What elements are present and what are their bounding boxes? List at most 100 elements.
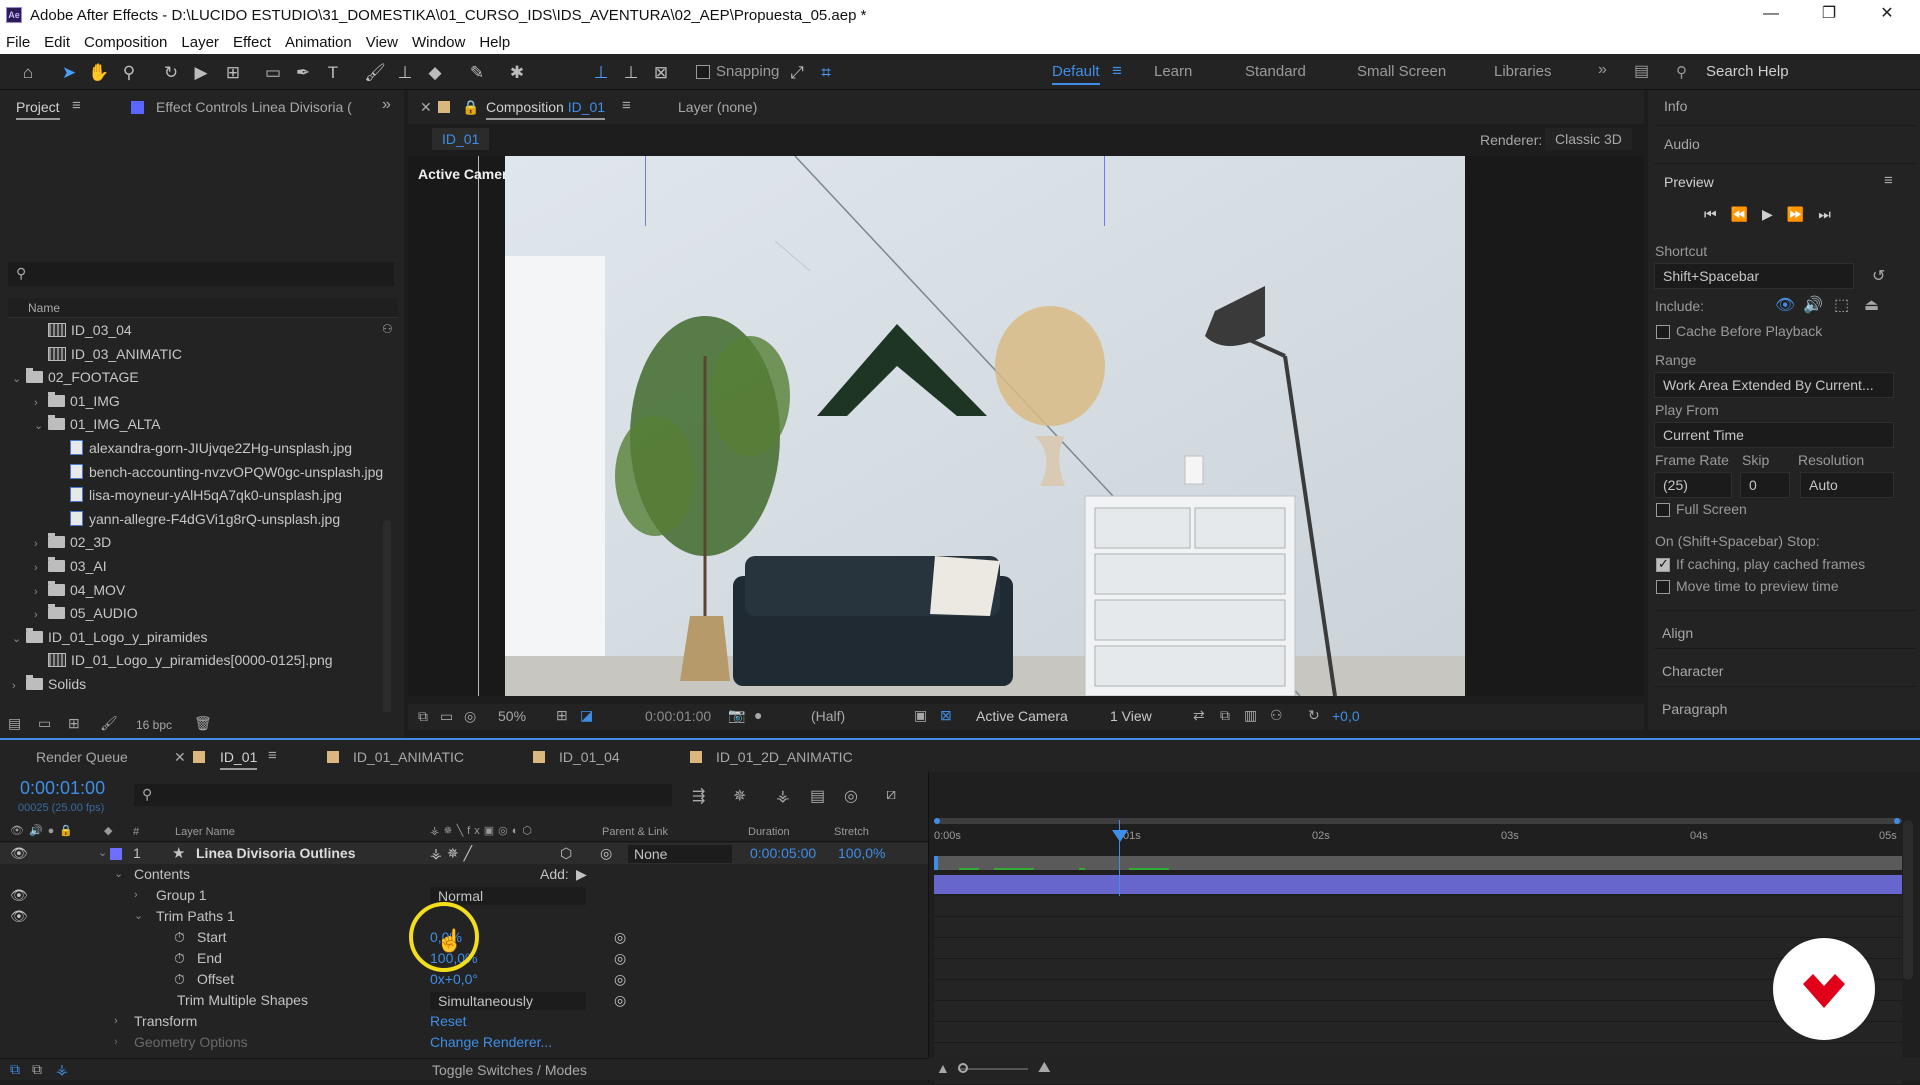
toggle-switches-modes[interactable]: Toggle Switches / Modes bbox=[432, 1062, 587, 1078]
menu-composition[interactable]: Composition bbox=[84, 34, 167, 51]
project-scrollbar[interactable] bbox=[383, 520, 391, 720]
transparency-grid-icon[interactable]: ◪ bbox=[580, 707, 593, 724]
expand-arrow-icon[interactable]: › bbox=[34, 556, 48, 580]
play-icon[interactable]: ▶ bbox=[1762, 206, 1787, 222]
layer-name[interactable]: Linea Divisoria Outlines bbox=[196, 843, 356, 864]
tab-effect-controls[interactable]: Effect Controls Linea Divisoria ( bbox=[156, 99, 352, 115]
menu-view[interactable]: View bbox=[366, 34, 398, 51]
time-navigator[interactable] bbox=[934, 818, 1902, 824]
project-item[interactable]: ID_03_04 bbox=[0, 318, 132, 342]
pickwhip-icon[interactable]: ◎ bbox=[614, 948, 626, 969]
panel-menu-icon[interactable]: ≡ bbox=[1884, 172, 1893, 189]
menu-layer[interactable]: Layer bbox=[181, 34, 219, 51]
project-item[interactable]: › 05_AUDIO bbox=[0, 601, 138, 625]
toggle-transparency-icon[interactable]: ⊠ bbox=[940, 707, 952, 724]
include-audio-icon[interactable]: 🔊 bbox=[1803, 295, 1823, 315]
project-item[interactable]: lisa-moyneur-yAlH5qA7qk0-unsplash.jpg bbox=[0, 483, 342, 507]
include-video-icon[interactable]: 👁 bbox=[1775, 295, 1795, 315]
project-item[interactable]: ID_01_Logo_y_piramides[0000-0125].png bbox=[0, 648, 333, 672]
hand-tool-icon[interactable]: ✋ bbox=[88, 62, 110, 84]
project-item[interactable]: › Solids bbox=[0, 672, 86, 696]
close-tab-icon[interactable]: ✕ bbox=[174, 749, 186, 766]
workspace-standard[interactable]: Standard bbox=[1245, 63, 1306, 80]
home-icon[interactable]: ⌂ bbox=[17, 62, 39, 84]
offset-value[interactable]: 0x+0,0° bbox=[430, 969, 478, 990]
preview-panel-header[interactable]: Preview bbox=[1664, 174, 1714, 190]
expand-arrow-icon[interactable]: › bbox=[114, 1011, 118, 1032]
workspace-default[interactable]: Default bbox=[1052, 63, 1100, 85]
zoom-tool-icon[interactable]: ⚲ bbox=[118, 62, 140, 84]
move-time-checkbox[interactable] bbox=[1656, 580, 1670, 594]
expand-arrow-icon[interactable]: › bbox=[34, 603, 48, 627]
project-item[interactable]: › 02_3D bbox=[0, 530, 111, 554]
column-name[interactable]: Name bbox=[28, 301, 60, 315]
pen-tool-icon[interactable]: ✒ bbox=[292, 62, 314, 84]
expand-arrow-icon[interactable]: › bbox=[34, 580, 48, 604]
bit-depth[interactable]: 16 bpc bbox=[136, 718, 172, 732]
panel-menu-icon[interactable]: ≡ bbox=[72, 97, 81, 114]
minimize-button[interactable]: — bbox=[1742, 0, 1800, 30]
project-item[interactable]: alexandra-gorn-JIUjvqe2ZHg-unsplash.jpg bbox=[0, 436, 352, 460]
expand-arrow-icon[interactable]: › bbox=[34, 532, 48, 556]
panel-menu-icon[interactable]: ≡ bbox=[622, 97, 631, 114]
fit-icon[interactable]: ⊞ bbox=[556, 707, 568, 724]
project-item[interactable]: ⌄ 01_IMG_ALTA bbox=[0, 412, 161, 436]
property-track[interactable] bbox=[934, 938, 1902, 959]
layer-duration[interactable]: 0:00:05:00 bbox=[750, 843, 816, 864]
renderer-dropdown[interactable]: Classic 3D bbox=[1545, 128, 1632, 150]
close-window-button[interactable]: ✕ bbox=[1858, 0, 1916, 30]
project-item[interactable]: bench-accounting-nvzvOPQW0gc-unsplash.jp… bbox=[0, 460, 383, 484]
project-item[interactable]: › 01_IMG bbox=[0, 389, 120, 413]
time-ruler[interactable]: 0:00s 01s 02s 03s 04s 05s bbox=[929, 828, 1920, 850]
include-overlays-icon[interactable]: ⬚ bbox=[1834, 295, 1849, 315]
zoom-slider[interactable] bbox=[958, 1068, 1028, 1070]
first-frame-icon[interactable]: ⏮ bbox=[1704, 206, 1731, 222]
tab-render-queue[interactable]: Render Queue bbox=[36, 749, 128, 765]
toggle-pixel-icon[interactable]: ⇄ bbox=[1193, 707, 1205, 724]
comp-breadcrumb[interactable]: ID_01 bbox=[432, 128, 490, 150]
puppet-tool-icon[interactable]: ✱ bbox=[506, 62, 528, 84]
transfer-controls-icon[interactable]: ⧉ bbox=[32, 1061, 42, 1078]
reset-exposure-icon[interactable]: ↻ bbox=[1308, 707, 1320, 724]
property-track[interactable] bbox=[934, 1022, 1902, 1043]
lock-icon[interactable]: 🔒 bbox=[462, 99, 479, 116]
property-track[interactable] bbox=[934, 959, 1902, 980]
add-button-icon[interactable]: ▶ bbox=[576, 864, 587, 885]
adjust-project-icon[interactable]: 🖌 bbox=[100, 715, 118, 732]
exposure-value[interactable]: +0,0 bbox=[1332, 708, 1360, 724]
skip-dropdown[interactable]: 0 bbox=[1740, 472, 1790, 498]
previous-frame-icon[interactable]: ⏪ bbox=[1731, 206, 1762, 222]
change-renderer-link[interactable]: Change Renderer... bbox=[430, 1032, 552, 1053]
pickwhip-icon[interactable]: ◎ bbox=[614, 927, 626, 948]
zoom-dropdown[interactable]: 50% bbox=[498, 708, 526, 724]
shortcut-dropdown[interactable]: Shift+Spacebar bbox=[1654, 263, 1854, 289]
info-panel-header[interactable]: Info bbox=[1654, 90, 1916, 126]
draft-3d-icon[interactable]: ✵ bbox=[733, 786, 746, 806]
snapshot-icon[interactable]: 📷 bbox=[728, 707, 745, 724]
menu-effect[interactable]: Effect bbox=[233, 34, 271, 51]
close-tab-icon[interactable]: ✕ bbox=[420, 99, 432, 116]
shy-layers-icon[interactable]: ⚶ bbox=[776, 786, 790, 806]
brush-tool-icon[interactable]: 🖌 bbox=[364, 62, 386, 84]
interpret-footage-icon[interactable]: ▤ bbox=[8, 715, 21, 732]
reset-link[interactable]: Reset bbox=[430, 1011, 467, 1032]
collapse-arrow-icon[interactable]: ⌄ bbox=[98, 843, 107, 864]
snap-options-icon[interactable]: ⌗ bbox=[815, 62, 837, 84]
pickwhip-icon[interactable]: ◎ bbox=[600, 843, 612, 864]
collapse-arrow-icon[interactable]: ⌄ bbox=[34, 414, 48, 438]
navigator-end-handle[interactable] bbox=[1894, 818, 1900, 824]
vr-glasses-icon[interactable]: ◎ bbox=[464, 708, 476, 725]
stopwatch-icon[interactable]: ⏱ bbox=[174, 927, 185, 948]
parent-dropdown[interactable]: None bbox=[628, 845, 732, 863]
camera-tool-icon[interactable]: ▶ bbox=[190, 62, 212, 84]
trim-multiple-dropdown[interactable]: Simultaneously bbox=[430, 992, 586, 1010]
region-of-interest-icon[interactable]: ▣ bbox=[914, 707, 927, 724]
project-item[interactable]: › 03_AI bbox=[0, 554, 107, 578]
snap-icon[interactable]: ⤢ bbox=[786, 62, 808, 84]
property-track[interactable] bbox=[934, 1001, 1902, 1022]
col-layer-name[interactable]: Layer Name bbox=[175, 826, 235, 838]
menu-window[interactable]: Window bbox=[412, 34, 465, 51]
property-track[interactable] bbox=[934, 980, 1902, 1001]
workspace-menu-icon[interactable]: ≡ bbox=[1112, 61, 1122, 81]
restore-button[interactable]: ❐ bbox=[1800, 0, 1858, 30]
